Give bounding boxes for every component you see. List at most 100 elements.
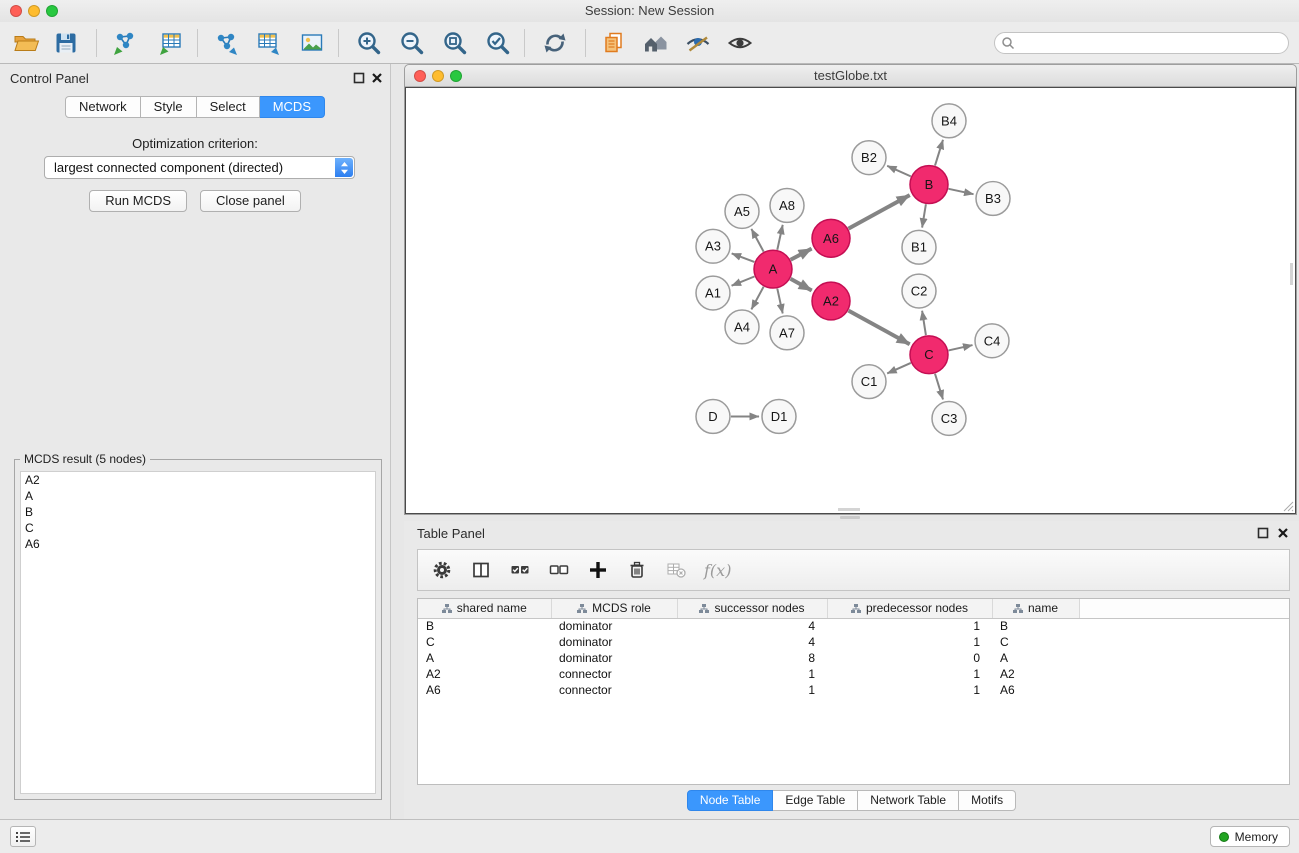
graph-node-C[interactable]: C [910, 336, 948, 374]
eye-icon[interactable] [726, 29, 754, 57]
graph-node-A2[interactable]: A2 [812, 282, 850, 320]
style-eye-icon[interactable] [684, 29, 712, 57]
tab-network-table[interactable]: Network Table [858, 790, 959, 811]
table-row[interactable]: Adominator80A [418, 650, 1289, 666]
table-cell[interactable]: A [418, 650, 551, 666]
graph-edge-C-C2[interactable] [922, 311, 926, 335]
list-item[interactable]: C [21, 520, 375, 536]
tab-motifs[interactable]: Motifs [959, 790, 1016, 811]
table-cell[interactable]: dominator [551, 634, 677, 650]
tab-node-table[interactable]: Node Table [687, 790, 774, 811]
run-mcds-button[interactable]: Run MCDS [89, 190, 187, 212]
tab-edge-table[interactable]: Edge Table [773, 790, 858, 811]
graph-edge-A-A7[interactable] [777, 289, 782, 314]
graph-edge-A-A2[interactable] [791, 279, 812, 291]
table-cell[interactable]: A6 [418, 682, 551, 698]
table-cell[interactable]: 4 [677, 634, 827, 650]
table-cell[interactable]: connector [551, 666, 677, 682]
list-item[interactable]: A2 [21, 472, 375, 488]
select-columns-icon[interactable] [470, 559, 492, 581]
tab-style[interactable]: Style [141, 96, 197, 118]
table-cell[interactable]: 1 [677, 682, 827, 698]
graph-edge-C-C1[interactable] [887, 363, 911, 374]
graph-edge-A-A3[interactable] [732, 253, 755, 262]
graph-edge-A-A5[interactable] [751, 229, 763, 252]
search-input[interactable] [994, 32, 1289, 54]
close-panel-button[interactable]: Close panel [200, 190, 301, 212]
graph-node-B3[interactable]: B3 [976, 182, 1010, 216]
graph-node-C2[interactable]: C2 [902, 274, 936, 308]
memory-button[interactable]: Memory [1210, 826, 1290, 847]
import-network-icon[interactable] [111, 29, 139, 57]
delete-column-icon[interactable] [626, 559, 648, 581]
zoom-out-icon[interactable] [398, 29, 426, 57]
graph-edge-A-A1[interactable] [732, 277, 755, 286]
export-image-icon[interactable] [298, 29, 326, 57]
graph-node-B[interactable]: B [910, 166, 948, 204]
graph-edge-A-A6[interactable] [791, 249, 812, 260]
column-header-name[interactable]: name [992, 599, 1079, 618]
graph-node-A5[interactable]: A5 [725, 194, 759, 228]
horizontal-scroll-nub[interactable] [838, 508, 860, 511]
float-table-panel-icon[interactable] [1257, 527, 1269, 539]
save-icon[interactable] [52, 29, 80, 57]
optimization-criterion-select[interactable]: largest connected component (directed) [44, 156, 355, 179]
table-settings-gear-icon[interactable] [431, 559, 453, 581]
table-cell[interactable]: 8 [677, 650, 827, 666]
table-cell[interactable]: 1 [827, 634, 992, 650]
documents-icon[interactable] [600, 29, 628, 57]
refresh-layout-icon[interactable] [541, 29, 569, 57]
table-row[interactable]: A2connector11A2 [418, 666, 1289, 682]
network-window-titlebar[interactable]: testGlobe.txt [405, 65, 1296, 87]
column-header-successor-nodes[interactable]: successor nodes [677, 599, 827, 618]
graph-edge-C-C3[interactable] [935, 374, 943, 400]
show-panels-button[interactable] [10, 826, 36, 847]
resize-grip[interactable] [1281, 499, 1294, 512]
zoom-in-icon[interactable] [355, 29, 383, 57]
graph-edge-B-B4[interactable] [935, 140, 943, 166]
graph-node-A4[interactable]: A4 [725, 310, 759, 344]
graph-node-B4[interactable]: B4 [932, 104, 966, 138]
list-item[interactable]: A6 [21, 536, 375, 552]
table-row[interactable]: Cdominator41C [418, 634, 1289, 650]
close-table-panel-icon[interactable] [1277, 527, 1289, 539]
graph-node-C4[interactable]: C4 [975, 324, 1009, 358]
graph-node-C1[interactable]: C1 [852, 365, 886, 399]
import-table-icon[interactable] [157, 29, 185, 57]
network-canvas-area[interactable]: B4B2BB3A5A8A6A3B1AA1C2A2A4A7C4CC1C3DD1 [405, 87, 1296, 514]
open-file-icon[interactable] [12, 29, 40, 57]
deselect-all-icon[interactable] [548, 559, 570, 581]
table-row[interactable]: Bdominator41B [418, 618, 1289, 634]
graph-edge-B-B1[interactable] [922, 204, 926, 227]
graph-edge-B-B2[interactable] [887, 166, 911, 177]
select-all-icon[interactable] [509, 559, 531, 581]
table-cell[interactable]: C [992, 634, 1079, 650]
table-cell[interactable]: dominator [551, 618, 677, 634]
graph-edge-A2-C[interactable] [849, 311, 910, 345]
graph-node-A[interactable]: A [754, 250, 792, 288]
table-row[interactable]: A6connector11A6 [418, 682, 1289, 698]
column-header-shared-name[interactable]: shared name [418, 599, 551, 618]
graph-node-D1[interactable]: D1 [762, 400, 796, 434]
table-cell[interactable]: B [992, 618, 1079, 634]
table-cell[interactable]: B [418, 618, 551, 634]
zoom-selected-icon[interactable] [484, 29, 512, 57]
graph-node-A7[interactable]: A7 [770, 316, 804, 350]
table-cell[interactable]: 1 [677, 666, 827, 682]
mcds-result-list[interactable]: A2ABCA6 [20, 471, 376, 794]
home-icon[interactable] [642, 29, 670, 57]
graph-edge-C-C4[interactable] [949, 345, 973, 350]
graph-node-A3[interactable]: A3 [696, 229, 730, 263]
table-cell[interactable]: 1 [827, 666, 992, 682]
network-canvas[interactable]: B4B2BB3A5A8A6A3B1AA1C2A2A4A7C4CC1C3DD1 [406, 88, 1295, 513]
table-cell[interactable]: 1 [827, 682, 992, 698]
panel-splitter-handle[interactable] [840, 516, 860, 519]
table-cell[interactable]: C [418, 634, 551, 650]
tab-network[interactable]: Network [65, 96, 141, 118]
graph-node-A6[interactable]: A6 [812, 219, 850, 257]
graph-edge-A-A8[interactable] [777, 225, 782, 250]
float-panel-icon[interactable] [353, 72, 365, 84]
table-cell[interactable]: 0 [827, 650, 992, 666]
zoom-fit-icon[interactable] [441, 29, 469, 57]
graph-edge-B-B3[interactable] [949, 189, 974, 194]
